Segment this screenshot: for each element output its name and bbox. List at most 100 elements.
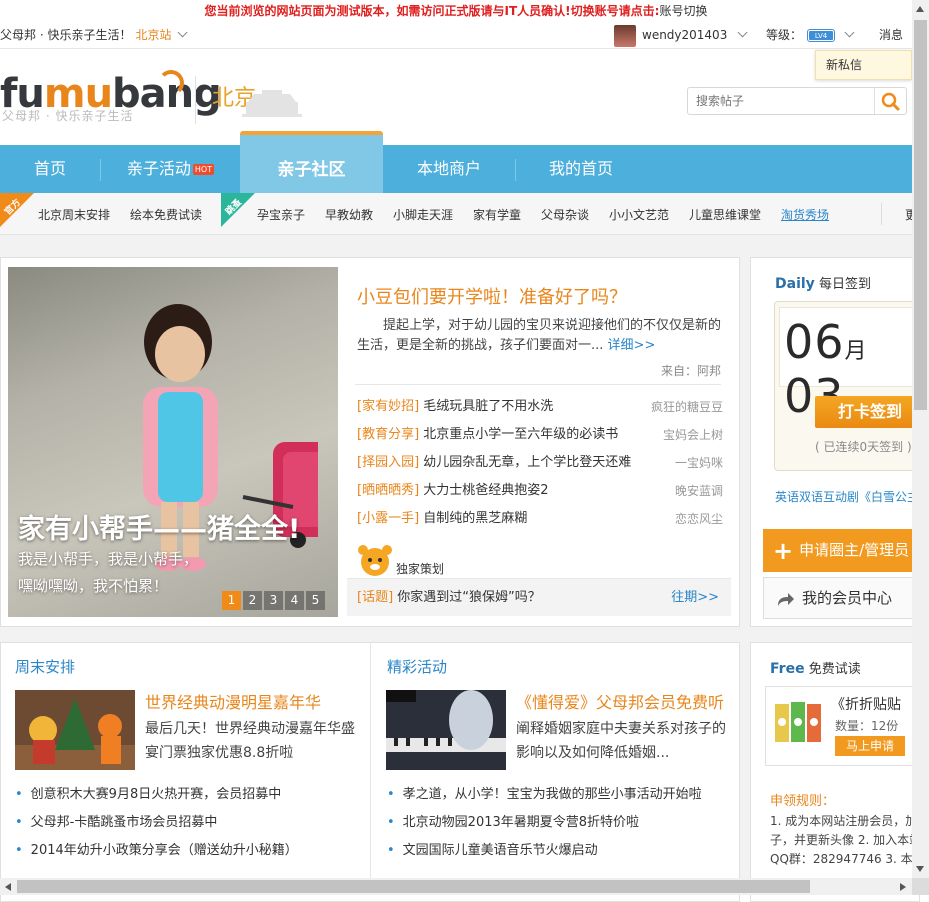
hero-title[interactable]: 家有小帮手——猪全全! — [18, 507, 300, 546]
rules-text: 1. 成为本网站注册会员，加 子，并更新头像 2. 加入本站 QQ群：28294… — [770, 814, 915, 866]
rules-heading: 申领规则： — [770, 794, 836, 809]
search-box — [687, 87, 907, 115]
subnav-item[interactable]: 早教幼教 — [325, 193, 373, 237]
apply-trial-button[interactable]: 马上申请 — [835, 736, 905, 756]
scrollbar-corner — [912, 878, 929, 895]
user-menu[interactable]: wendy201403 — [614, 22, 748, 48]
trial-item-title[interactable]: 《折折贴贴 — [831, 694, 901, 714]
city-switcher[interactable]: 父母邦 · 快乐亲子生活！ 北京站 — [0, 22, 188, 48]
list-item[interactable]: 父母邦-卡酷跳蚤市场会员招募中 — [15, 813, 218, 833]
logo-tagline: 父母邦 · 快乐亲子生活 — [2, 109, 134, 123]
divider — [195, 76, 196, 124]
scroll-left-icon[interactable] — [5, 883, 11, 891]
tiananmen-icon — [242, 90, 302, 117]
list-item[interactable]: 创意积木大赛9月8日火热开赛，会员招募中 — [15, 785, 282, 805]
chevron-down-icon — [737, 27, 748, 38]
plus-icon: + — [773, 536, 794, 565]
list-item[interactable]: 2014年幼升小政策分享会（赠送幼升小秘籍） — [15, 841, 298, 861]
events-feature-title[interactable]: 《懂得爱》父母邦会员免费听 — [516, 689, 724, 713]
chevron-down-icon — [178, 27, 188, 38]
daily-promo-link[interactable]: 英语双语互动剧《白雪公主》 — [775, 488, 929, 505]
search-input[interactable] — [688, 88, 874, 114]
article-source: 来自：阿邦 — [661, 364, 722, 378]
hero-pager: 12345 — [222, 591, 327, 610]
subnav-item[interactable]: 小脚走天涯 — [393, 193, 453, 237]
cartoon-carnival-image[interactable] — [15, 690, 135, 770]
level-label: 等级： — [766, 28, 803, 42]
list-item[interactable]: 文园国际儿童美语音乐节火爆启动 — [387, 841, 598, 861]
list-item[interactable]: [教育分享] 北京重点小学一至六年级的必读书 宝妈会上树 — [357, 421, 723, 449]
pager-dot[interactable]: 3 — [264, 591, 283, 610]
featured-article-body: 提起上学，对于幼儿园的宝贝来说迎接他们的不仅仅是新的生活，更是全新的挑战，孩子们… — [357, 318, 722, 353]
topic-link[interactable]: [话题] 你家遇到过“狼保姆”吗？ — [357, 579, 541, 617]
list-item[interactable]: [家有妙招] 毛绒玩具脏了不用水洗 疯狂的糖豆豆 — [357, 393, 723, 421]
subnav-item[interactable]: 孕宝亲子 — [257, 193, 305, 237]
pager-dot[interactable]: 2 — [243, 591, 262, 610]
new-message-dropdown-item[interactable]: 新私信 — [815, 50, 912, 80]
share-arrow-icon — [778, 592, 794, 606]
nav-my-home[interactable]: 我的首页 — [516, 145, 646, 193]
weekend-heading[interactable]: 周末安排 — [15, 656, 75, 677]
search-button[interactable] — [874, 88, 906, 114]
mascot-icon — [358, 545, 392, 576]
scroll-right-icon[interactable] — [900, 883, 906, 891]
member-center-button[interactable]: 我的会员中心 — [763, 577, 923, 619]
featured-article-title[interactable]: 小豆包们要开学啦！准备好了吗？ — [357, 283, 627, 309]
nav-activities[interactable]: 亲子活动 HOT — [101, 145, 240, 193]
slogan: 父母邦 · 快乐亲子生活！ — [0, 28, 132, 42]
exclusive-label: 独家策划 — [396, 562, 445, 576]
chevron-down-icon — [844, 27, 855, 38]
hot-badge: HOT — [192, 164, 215, 175]
piano-lesson-image[interactable] — [386, 690, 506, 770]
level-menu[interactable]: 等级： LV4 — [766, 22, 855, 48]
divider — [370, 642, 371, 892]
book-set-image — [775, 702, 821, 742]
avatar — [614, 24, 636, 47]
subnav-item[interactable]: 父母杂谈 — [541, 193, 589, 237]
city-name: 北京站 — [135, 28, 172, 42]
search-icon — [881, 92, 900, 111]
horizontal-scroll-thumb[interactable] — [17, 880, 810, 893]
divider — [881, 203, 882, 225]
test-version-notice: 您当前浏览的网站页面为测试版本，如需访问正式版请与IT人员确认!切换账号请点击:… — [0, 0, 912, 22]
nav-home[interactable]: 首页 — [0, 145, 100, 193]
list-item[interactable]: [小露一手] 自制纯的黑芝麻糊 恋恋风尘 — [357, 505, 723, 533]
divider — [355, 384, 721, 385]
scroll-down-icon[interactable] — [916, 866, 924, 872]
more-link[interactable]: 详细>> — [608, 338, 656, 353]
list-item[interactable]: 北京动物园2013年暑期夏令营8折特价啦 — [387, 813, 639, 833]
pager-dot[interactable]: 1 — [222, 591, 241, 610]
checkin-streak: ( 已连续0天签到 ) — [815, 440, 912, 454]
subnav-item[interactable]: 北京周末安排 — [38, 193, 110, 237]
pager-dot[interactable]: 5 — [306, 591, 325, 610]
switch-account-link[interactable]: 账号切换 — [659, 4, 707, 18]
subnav-item[interactable]: 儿童思维课堂 — [689, 193, 761, 237]
subnav-item[interactable]: 家有学童 — [473, 193, 521, 237]
hero-subtitle: 我是小帮手，我是小帮手， 嘿呦嘿呦，我不怕累！ — [18, 550, 199, 595]
subnav-item[interactable]: 淘货秀场 — [781, 193, 829, 237]
user-bar: 父母邦 · 快乐亲子生活！ 北京站 wendy201403 等级： LV4 消息 — [0, 22, 912, 49]
logo-signal-icon — [158, 70, 184, 96]
vertical-scroll-thumb[interactable] — [914, 20, 927, 410]
list-item[interactable]: [晒晒晒秀] 大力士桃爸经典抱姿2 晚安蓝调 — [357, 477, 723, 505]
subnav-item[interactable]: 绘本免费试读 — [130, 193, 202, 237]
level-badge: LV4 — [807, 29, 836, 42]
list-item[interactable]: 孝之道，从小学！宝宝为我做的那些小事活动开始啦 — [387, 785, 702, 805]
past-topics-link[interactable]: 往期>> — [671, 579, 719, 617]
weekend-feature-title[interactable]: 世界经典动漫明星嘉年华 — [145, 689, 321, 713]
daily-heading: Daily 每日签到 — [775, 276, 871, 292]
nav-community[interactable]: 亲子社区 — [240, 131, 383, 193]
checkin-button[interactable]: 打卡签到 — [815, 396, 925, 428]
events-heading[interactable]: 精彩活动 — [387, 656, 447, 677]
list-item[interactable]: [择园入园] 幼儿园杂乱无章，上个学比登天还难 一宝妈咪 — [357, 449, 723, 477]
scroll-up-icon[interactable] — [916, 6, 924, 12]
notice-text: 您当前浏览的网站页面为测试版本，如需访问正式版请与IT人员确认!切换账号请点击: — [204, 4, 660, 18]
pager-dot[interactable]: 4 — [285, 591, 304, 610]
free-trial-heading: Free 免费试读 — [770, 661, 861, 677]
apply-admin-button[interactable]: + 申请圈主/管理员 — [763, 529, 923, 572]
messages-link[interactable]: 消息 — [879, 22, 903, 48]
events-feature-desc: 阐释婚姻家庭中夫妻关系对孩子的影响以及如何降低婚姻... — [516, 721, 726, 761]
nav-merchants[interactable]: 本地商户 — [383, 145, 515, 193]
trial-quantity: 数量：12份 — [835, 719, 899, 733]
subnav-item[interactable]: 小小文艺范 — [609, 193, 669, 237]
